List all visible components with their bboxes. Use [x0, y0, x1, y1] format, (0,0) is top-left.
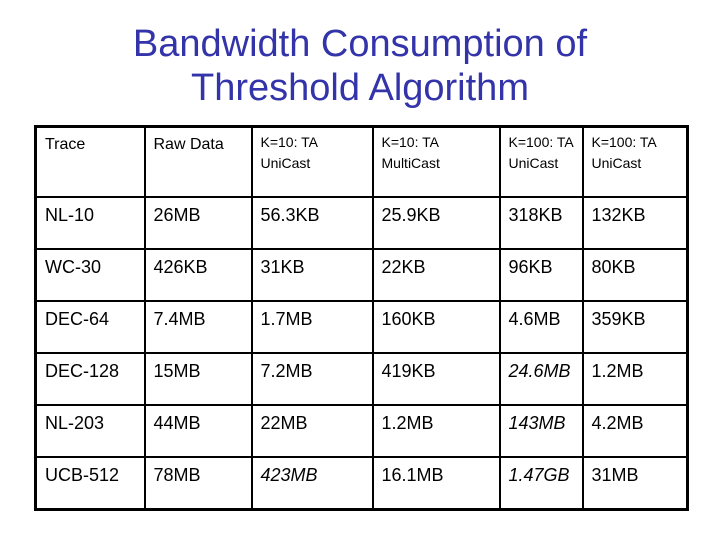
cell-k100-unicast-b: 132KB — [581, 196, 689, 250]
cell-raw-data: 26MB — [143, 196, 253, 250]
cell-trace: DEC-64 — [34, 300, 146, 354]
table-row: UCB-512 78MB 423MB 16.1MB 1.47GB 31MB — [34, 456, 689, 511]
header-trace: Trace — [34, 125, 146, 198]
cell-trace: NL-10 — [34, 196, 146, 250]
table-row: WC-30 426KB 31KB 22KB 96KB 80KB — [34, 248, 689, 302]
cell-k10-multicast: 419KB — [371, 352, 501, 406]
cell-raw-data: 15MB — [143, 352, 253, 406]
cell-k100-unicast-b: 359KB — [581, 300, 689, 354]
cell-k100-unicast-b: 4.2MB — [581, 404, 689, 458]
cell-raw-data: 78MB — [143, 456, 253, 511]
cell-trace: NL-203 — [34, 404, 146, 458]
slide-title-line-2: Threshold Algorithm — [191, 67, 529, 109]
cell-raw-data: 7.4MB — [143, 300, 253, 354]
cell-k100-unicast-b: 1.2MB — [581, 352, 689, 406]
table-header-row: Trace Raw Data K=10: TA UniCast K=10: TA… — [34, 125, 689, 198]
cell-k10-multicast: 160KB — [371, 300, 501, 354]
cell-k100-unicast-b: 80KB — [581, 248, 689, 302]
cell-trace: WC-30 — [34, 248, 146, 302]
table-row: DEC-128 15MB 7.2MB 419KB 24.6MB 1.2MB — [34, 352, 689, 406]
cell-k100-unicast-a: 318KB — [498, 196, 584, 250]
cell-raw-data: 44MB — [143, 404, 253, 458]
cell-trace: UCB-512 — [34, 456, 146, 511]
header-raw-data: Raw Data — [143, 125, 253, 198]
cell-raw-data: 426KB — [143, 248, 253, 302]
cell-k100-unicast-a: 143MB — [498, 404, 584, 458]
table-row: NL-10 26MB 56.3KB 25.9KB 318KB 132KB — [34, 196, 689, 250]
cell-k10-unicast: 31KB — [250, 248, 374, 302]
cell-k10-unicast: 22MB — [250, 404, 374, 458]
slide-title-line-1: Bandwidth Consumption of — [132, 23, 588, 65]
slide-title: Bandwidth Consumption of Threshold Algor… — [0, 22, 720, 110]
cell-k10-unicast: 1.7MB — [250, 300, 374, 354]
cell-trace: DEC-128 — [34, 352, 146, 406]
cell-k10-multicast: 1.2MB — [371, 404, 501, 458]
cell-k10-multicast: 16.1MB — [371, 456, 501, 511]
cell-k100-unicast-a: 24.6MB — [498, 352, 584, 406]
cell-k10-multicast: 25.9KB — [371, 196, 501, 250]
table-body: NL-10 26MB 56.3KB 25.9KB 318KB 132KB WC-30 426K… — [34, 196, 689, 511]
cell-k100-unicast-a: 4.6MB — [498, 300, 584, 354]
bandwidth-table: Trace Raw Data K=10: TA UniCast K=10: TA… — [34, 125, 689, 511]
cell-k10-unicast: 7.2MB — [250, 352, 374, 406]
header-k10-unicast: K=10: TA UniCast — [250, 125, 374, 198]
cell-k10-multicast: 22KB — [371, 248, 501, 302]
cell-k100-unicast-b: 31MB — [581, 456, 689, 511]
cell-k10-unicast: 423MB — [250, 456, 374, 511]
header-k100-unicast-a: K=100: TA UniCast — [498, 125, 584, 198]
cell-k10-unicast: 56.3KB — [250, 196, 374, 250]
header-k10-multicast: K=10: TA MultiCast — [371, 125, 501, 198]
header-k100-unicast-b: K=100: TA UniCast — [581, 125, 689, 198]
table-row: NL-203 44MB 22MB 1.2MB 143MB 4.2MB — [34, 404, 689, 458]
cell-k100-unicast-a: 96KB — [498, 248, 584, 302]
cell-k100-unicast-a: 1.47GB — [498, 456, 584, 511]
table-row: DEC-64 7.4MB 1.7MB 160KB 4.6MB 359KB — [34, 300, 689, 354]
